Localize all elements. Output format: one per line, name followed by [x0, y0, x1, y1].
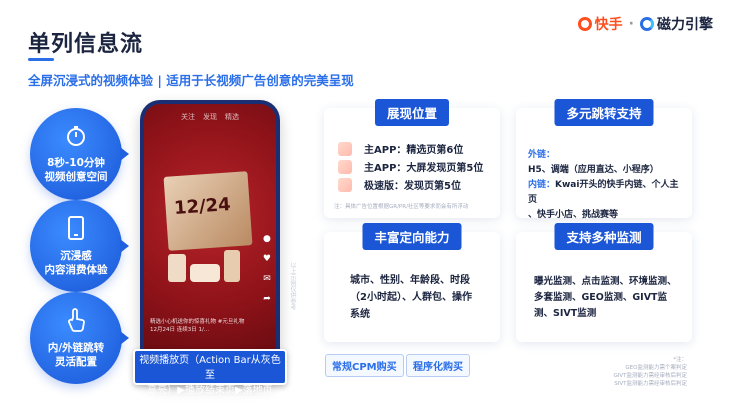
- product-bottle: [224, 250, 240, 282]
- feature-jump-line1: 内/外链跳转: [47, 341, 105, 354]
- monitoring-tag: 支持多种监测: [554, 223, 654, 250]
- targeting-body: 城市、性别、年龄段、时段（2小时起）、人群包、操作系统: [350, 275, 472, 320]
- phone-tab[interactable]: 精选: [225, 112, 239, 122]
- video-caption: 精选小心机送你的惊喜礼物 #元旦礼物 12月24日 连续3日 1/...: [150, 319, 245, 333]
- kuaishou-logo-text: 快手: [594, 17, 623, 33]
- vertical-watermark: 以上示例仅供参考: [289, 262, 296, 310]
- app-icon: [338, 160, 352, 174]
- feature-duration-line1: 8秒-10分钟: [47, 156, 105, 169]
- footnote-line: GEO监测能力需个案判定: [625, 365, 687, 371]
- feature-duration: 8秒-10分钟 视频创意空间: [30, 108, 129, 200]
- phone-mockup: 关注 发现 精选 12/24 ● ♥ ✉ ➦ 精选小心机送你的惊喜礼物 #元旦礼…: [140, 100, 280, 382]
- cili-logo-text: 磁力引擎: [657, 17, 713, 33]
- targeting-tag: 丰富定向能力: [362, 223, 462, 250]
- placement-item: 主APP：精选页第6位: [364, 145, 464, 156]
- programmatic-buy-pill: 程序化购买: [406, 354, 470, 377]
- outer-link-text: H5、调端（应用直达、小程序）: [528, 165, 659, 175]
- app-icons: [338, 142, 352, 194]
- inner-link-label: 内链：: [528, 180, 556, 190]
- placement-list: 主APP：精选页第6位 主APP：大屏发现页第5位 极速版：发现页第5位: [364, 142, 483, 196]
- placement-card: 展现位置 主APP：精选页第6位 主APP：大屏发现页第5位 极速版：发现页第5…: [324, 99, 500, 218]
- jump-tag: 多元跳转支持: [554, 99, 654, 126]
- brand-logos: 快手 · 磁力引擎: [577, 14, 713, 34]
- feature-immersion: 沉浸感 内容消费体验: [30, 200, 129, 292]
- pointer-icon: [66, 307, 86, 335]
- targeting-card: 丰富定向能力 城市、性别、年龄段、时段（2小时起）、人群包、操作系统: [324, 223, 500, 342]
- phone-tab[interactable]: 发现: [203, 112, 217, 122]
- page-title: 单列信息流: [28, 32, 144, 57]
- feature-duration-line2: 视频创意空间: [44, 170, 108, 183]
- footnote-line: SIVT监测能力需经审核后判定: [614, 381, 687, 387]
- title-underline: [28, 58, 54, 61]
- stopwatch-icon: [66, 125, 86, 150]
- monitoring-body: 曝光监测、点击监测、环境监测、多套监测、GEO监测、GIVT监测、SIVT监测: [534, 276, 677, 319]
- comment-icon[interactable]: ✉: [263, 274, 271, 284]
- video-side-actions: ● ♥ ✉ ➦: [263, 234, 271, 304]
- feature-jump-line2: 灵活配置: [55, 355, 97, 368]
- banner-line: 视频播放页（Action Bar从灰色至: [139, 355, 281, 381]
- video-preview[interactable]: 关注 发现 精选 12/24 ● ♥ ✉ ➦ 精选小心机送你的惊喜礼物 #元旦礼…: [144, 104, 276, 378]
- monitoring-card: 支持多种监测 曝光监测、点击监测、环境监测、多套监测、GEO监测、GIVT监测、…: [516, 223, 692, 342]
- app-icon: [338, 178, 352, 192]
- app-icon: [338, 142, 352, 156]
- placement-note: 注：具体广告位置根据GR/PR/社区等要求而会有所浮动: [334, 204, 469, 210]
- phone-top-tabs: 关注 发现 精选: [144, 112, 276, 122]
- inner-link-text-cont: 、快手小店、挑战赛等: [528, 210, 619, 220]
- action-bar-banner: 视频播放页（Action Bar从灰色至 高亮）▶播放结束页▶落地页: [133, 349, 287, 396]
- placement-tag: 展现位置: [374, 99, 450, 126]
- banner-line: 高亮）▶播放结束页▶落地页: [147, 385, 273, 396]
- product-bottle: [168, 254, 186, 282]
- cpm-buy-pill: 常规CPM购买: [325, 354, 404, 377]
- phone-icon: [68, 215, 84, 243]
- kuaishou-logo: 快手: [577, 14, 623, 34]
- jump-body: 外链：H5、调端（应用直达、小程序） 内链：Kwai开头的快手内链、个人主页 、…: [528, 148, 682, 223]
- gift-box-date: 12/24: [173, 194, 232, 219]
- avatar[interactable]: ●: [263, 234, 271, 244]
- feature-immersion-line2: 内容消费体验: [44, 263, 108, 276]
- like-icon[interactable]: ♥: [263, 254, 271, 264]
- share-icon[interactable]: ➦: [263, 294, 271, 304]
- page-subtitle: 全屏沉浸式的视频体验 | 适用于长视频广告创意的完美呈现: [28, 73, 354, 88]
- cili-logo: 磁力引擎: [640, 14, 713, 34]
- feature-immersion-line1: 沉浸感: [60, 249, 92, 262]
- feature-jump: 内/外链跳转 灵活配置: [30, 292, 129, 384]
- logo-separator: ·: [628, 16, 634, 32]
- footnote: *注： GEO监测能力需个案判定 GIVT监测能力需经审核后判定 SIVT监测能…: [613, 356, 687, 388]
- kuaishou-logo-icon: [577, 17, 592, 31]
- outer-link-label: 外链：: [528, 150, 556, 160]
- phone-tab[interactable]: 关注: [181, 112, 195, 122]
- footnote-line: GIVT监测能力需经审核后判定: [613, 373, 687, 379]
- jump-card: 多元跳转支持 外链：H5、调端（应用直达、小程序） 内链：Kwai开头的快手内链…: [516, 99, 692, 220]
- cili-logo-icon: [640, 17, 654, 31]
- footnote-line: *注：: [673, 357, 687, 363]
- product-jar: [190, 264, 220, 282]
- placement-item: 极速版：发现页第5位: [364, 181, 461, 192]
- placement-item: 主APP：大屏发现页第5位: [364, 163, 484, 174]
